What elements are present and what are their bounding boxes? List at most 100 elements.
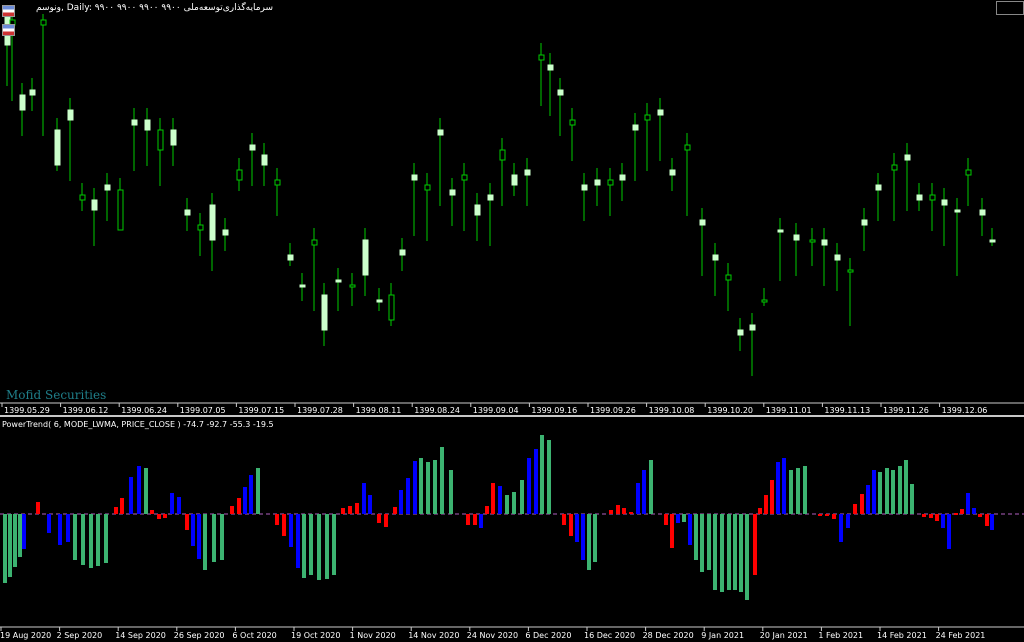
histogram-bar bbox=[776, 462, 780, 514]
histogram-bar bbox=[764, 495, 768, 514]
candle-body bbox=[236, 169, 243, 181]
candle-body bbox=[335, 279, 342, 283]
candle-body bbox=[399, 249, 406, 256]
candle-body bbox=[117, 189, 124, 231]
histogram-bar bbox=[341, 508, 345, 514]
histogram-bar bbox=[170, 493, 174, 514]
histogram-bar bbox=[727, 514, 731, 590]
histogram-bar bbox=[782, 458, 786, 514]
candle-body bbox=[954, 209, 961, 213]
candle-body bbox=[965, 169, 972, 176]
histogram-bar bbox=[985, 514, 989, 526]
candle-body bbox=[861, 219, 868, 226]
candle-body bbox=[632, 124, 639, 131]
histogram-bar bbox=[89, 514, 93, 568]
histogram-bar bbox=[922, 514, 926, 517]
histogram-bar bbox=[904, 460, 908, 514]
histogram-bar bbox=[682, 514, 686, 522]
histogram-bar bbox=[527, 458, 531, 514]
candle-body bbox=[131, 119, 138, 126]
histogram-bar bbox=[212, 514, 216, 562]
candle-body bbox=[29, 89, 36, 96]
main-x-tick-label: 1399.07.28 bbox=[297, 406, 343, 415]
chart-mode-box[interactable] bbox=[996, 1, 1024, 15]
candle-body bbox=[684, 144, 691, 151]
histogram-bar bbox=[733, 514, 737, 590]
sub-x-tick-label: 28 Dec 2020 bbox=[643, 631, 694, 640]
histogram-bar bbox=[872, 470, 876, 514]
histogram-bar bbox=[47, 514, 51, 533]
histogram-bar bbox=[230, 506, 234, 514]
histogram-bar bbox=[547, 440, 551, 514]
candle-body bbox=[793, 234, 800, 241]
sub-x-tick-label: 14 Sep 2020 bbox=[115, 631, 166, 640]
sub-x-tick-label: 6 Dec 2020 bbox=[525, 631, 571, 640]
histogram-bar bbox=[853, 504, 857, 514]
histogram-bar bbox=[3, 514, 7, 583]
histogram-bar bbox=[289, 514, 293, 547]
candle-body bbox=[607, 179, 614, 186]
histogram-bar bbox=[818, 514, 822, 516]
price-chart[interactable]: 1399.05.29 1399.06.12 1399.06.24 1399.07.05… bbox=[0, 0, 1024, 415]
histogram-bar bbox=[700, 514, 704, 572]
candle-body bbox=[157, 129, 164, 151]
candle-body bbox=[449, 189, 456, 196]
candle-body bbox=[376, 299, 383, 303]
histogram-bar bbox=[426, 462, 430, 514]
histogram-bar bbox=[562, 514, 566, 525]
histogram-bar bbox=[419, 458, 423, 514]
histogram-bar bbox=[220, 514, 224, 560]
histogram-bar bbox=[473, 514, 477, 525]
histogram-bar bbox=[150, 510, 154, 514]
candle-body bbox=[474, 204, 481, 216]
candle-body bbox=[144, 119, 151, 131]
histogram-bar bbox=[81, 514, 85, 565]
candle-body bbox=[929, 194, 936, 201]
candle-body bbox=[941, 199, 948, 206]
candle-body bbox=[547, 64, 554, 71]
histogram-bar bbox=[296, 514, 300, 568]
sub-x-tick-label: 16 Dec 2020 bbox=[584, 631, 635, 640]
candle-body bbox=[979, 209, 986, 216]
main-x-tick-label: 1399.11.26 bbox=[883, 406, 929, 415]
histogram-bar bbox=[758, 508, 762, 514]
histogram-bar bbox=[512, 492, 516, 514]
histogram-bar bbox=[256, 468, 260, 514]
candle-body bbox=[461, 174, 468, 181]
sub-x-tick-label: 19 Oct 2020 bbox=[291, 631, 340, 640]
histogram-bar bbox=[688, 514, 692, 545]
candle-body bbox=[424, 184, 431, 191]
candle-body bbox=[91, 199, 98, 211]
histogram-bar bbox=[13, 514, 17, 567]
candle-body bbox=[538, 54, 545, 61]
sub-x-tick-label: 1 Nov 2020 bbox=[350, 631, 396, 640]
candle-body bbox=[737, 329, 744, 336]
histogram-bar bbox=[449, 470, 453, 514]
histogram-bar bbox=[947, 514, 951, 549]
sub-x-tick-label: 14 Nov 2020 bbox=[408, 631, 459, 640]
histogram-bar bbox=[479, 514, 483, 528]
histogram-bar bbox=[866, 485, 870, 514]
histogram-bar bbox=[720, 514, 724, 592]
main-x-tick-label: 1399.06.12 bbox=[63, 406, 109, 415]
indicator-label: PowerTrend( 6, MODE_LWMA, PRICE_CLOSE ) … bbox=[2, 420, 274, 429]
histogram-bar bbox=[972, 508, 976, 514]
histogram-bar bbox=[317, 514, 321, 580]
histogram-bar bbox=[966, 493, 970, 514]
sub-x-tick-label: 19 Aug 2020 bbox=[0, 631, 51, 640]
histogram-bar bbox=[664, 514, 668, 525]
histogram-bar bbox=[954, 513, 958, 515]
sub-x-tick-label: 14 Feb 2021 bbox=[877, 631, 927, 640]
histogram-bar bbox=[332, 514, 336, 575]
histogram-bar bbox=[302, 514, 306, 578]
histogram-bar bbox=[581, 514, 585, 560]
histogram-bar bbox=[885, 468, 889, 514]
main-x-tick-label: 1399.11.01 bbox=[766, 406, 812, 415]
histogram-bar bbox=[197, 514, 201, 559]
histogram-bar bbox=[203, 514, 207, 570]
watermark: Mofid Securities bbox=[6, 388, 107, 402]
histogram-bar bbox=[622, 508, 626, 514]
indicator-chart[interactable]: 19 Aug 2020 2 Sep 2020 14 Sep 2020 26 Sep 2… bbox=[0, 417, 1024, 642]
histogram-bar bbox=[789, 470, 793, 514]
histogram-bar bbox=[163, 514, 167, 518]
